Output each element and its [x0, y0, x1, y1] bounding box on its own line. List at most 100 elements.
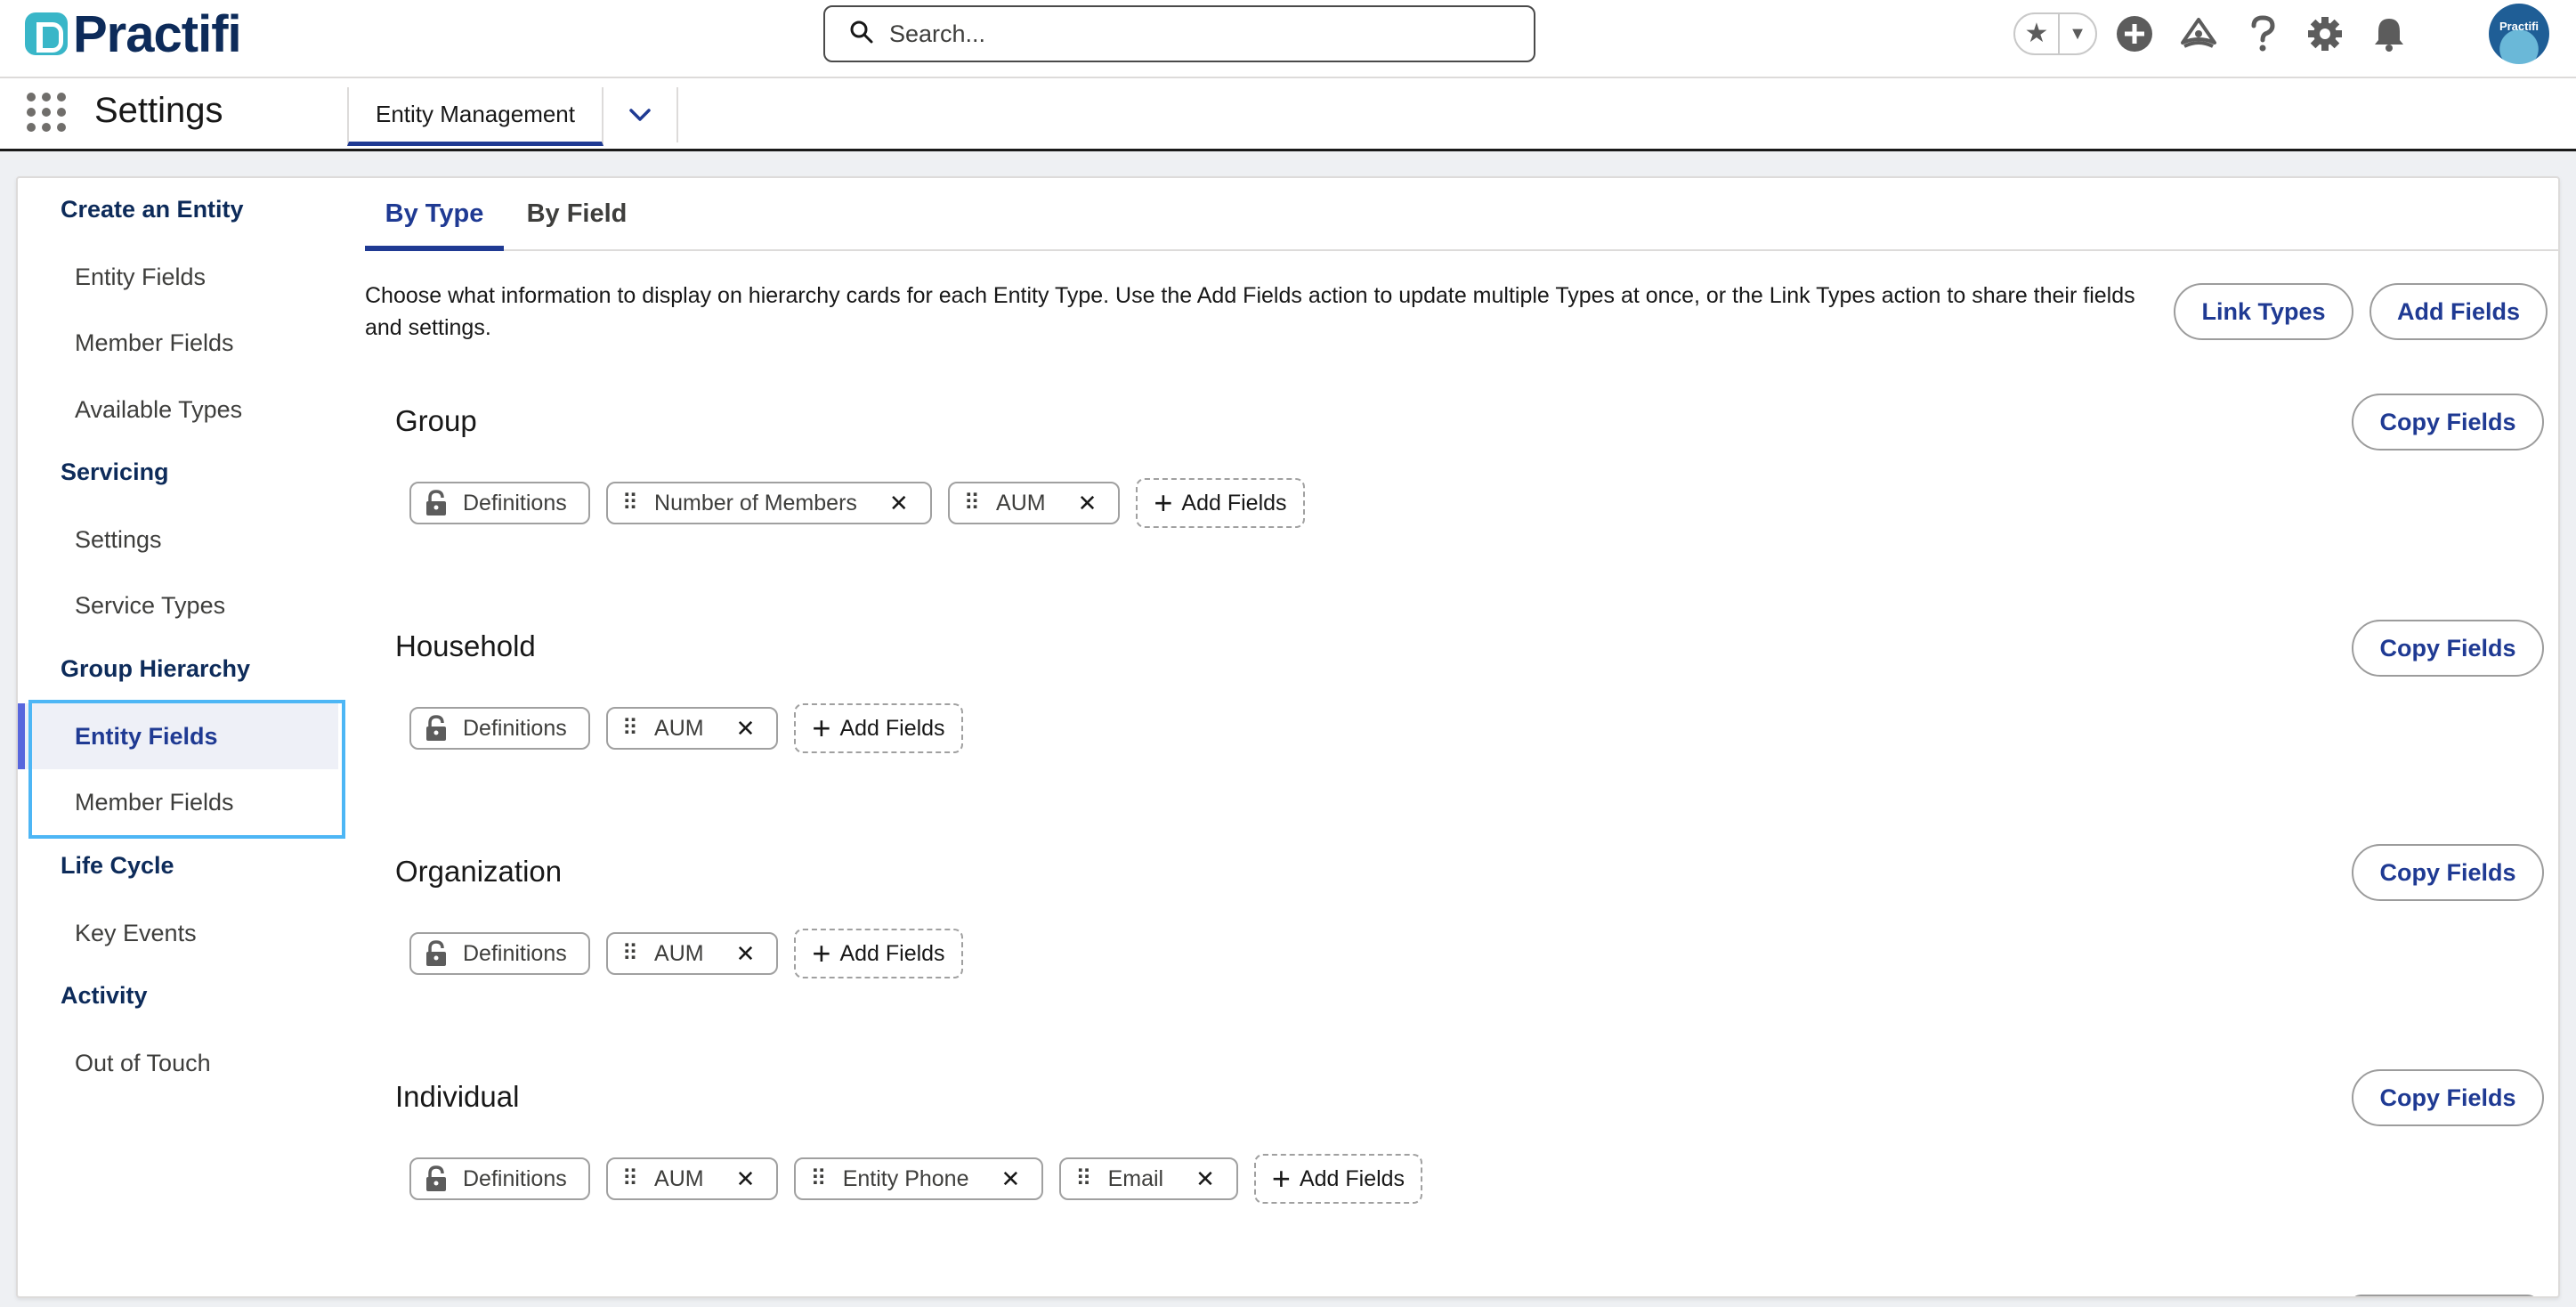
field-chip[interactable]: ⠿ Number of Members ✕ [605, 482, 932, 524]
sidebar-item-servicing-settings[interactable]: Settings [18, 507, 338, 572]
lock-icon [426, 1165, 446, 1191]
locked-chip: Definitions [409, 932, 590, 975]
remove-field-icon[interactable]: ✕ [736, 1165, 756, 1193]
global-header: Practifi ★ ▼ Practifi [0, 0, 2576, 78]
lock-icon [426, 940, 446, 966]
sidebar-section-life-cycle: Life Cycle [61, 852, 174, 879]
app-title: Settings [94, 91, 223, 130]
practifi-logo[interactable]: Practifi [25, 4, 242, 63]
sidebar-section-group-hierarchy: Group Hierarchy [61, 655, 251, 682]
chip-label: AUM [996, 490, 1046, 515]
star-icon[interactable]: ★ [2015, 14, 2060, 53]
notification-bell-icon[interactable] [2368, 12, 2410, 55]
sidebar-item-available-types[interactable]: Available Types [18, 377, 338, 442]
chip-label: AUM [654, 715, 704, 741]
setup-gear-icon[interactable] [2304, 12, 2346, 55]
type-title-individual: Individual [395, 1080, 520, 1113]
field-chip[interactable]: ⠿ AUM ✕ [947, 482, 1121, 524]
remove-field-icon[interactable]: ✕ [1078, 490, 1098, 517]
locked-chip: Definitions [409, 1157, 590, 1200]
chip-label: AUM [654, 940, 704, 966]
avatar-text: Practifi [2499, 20, 2540, 33]
field-chips-individual: Definitions ⠿ AUM ✕ ⠿ Entity Phone ✕ ⠿ E… [409, 1153, 1423, 1205]
type-title-household: Household [395, 629, 536, 662]
remove-field-icon[interactable]: ✕ [889, 490, 909, 517]
field-chip[interactable]: ⠿ AUM ✕ [605, 1157, 779, 1200]
field-chip[interactable]: ⠿ AUM ✕ [605, 932, 779, 975]
chip-label: Definitions [463, 715, 567, 741]
field-chips-organization: Definitions ⠿ AUM ✕ + Add Fields [409, 928, 963, 979]
sidebar-item-create-entity-fields[interactable]: Entity Fields [18, 244, 338, 310]
trailhead-icon[interactable] [2177, 12, 2220, 55]
add-field-chip[interactable]: + Add Fields [1253, 1154, 1423, 1204]
nav-more-button[interactable] [603, 87, 678, 142]
app-launcher-icon[interactable] [27, 93, 66, 132]
add-field-chip[interactable]: + Add Fields [794, 703, 963, 753]
sidebar-section-servicing: Servicing [61, 459, 169, 485]
remove-field-icon[interactable]: ✕ [1195, 1165, 1215, 1193]
drag-handle-icon[interactable]: ⠿ [622, 490, 638, 516]
drag-handle-icon[interactable]: ⠿ [622, 940, 638, 967]
sidebar-section-create-entity: Create an Entity [61, 196, 244, 223]
plus-icon: + [812, 710, 831, 746]
chevron-down-icon[interactable]: ▼ [2060, 24, 2095, 45]
add-icon[interactable] [2113, 12, 2156, 55]
drag-handle-icon[interactable]: ⠿ [622, 715, 638, 742]
plus-icon: + [1271, 1160, 1291, 1197]
practifi-logo-icon [25, 12, 68, 55]
help-icon[interactable] [2241, 12, 2284, 55]
copy-fields-button-organization[interactable]: Copy Fields [2352, 844, 2544, 901]
sidebar-item-create-member-fields[interactable]: Member Fields [18, 310, 338, 376]
drag-handle-icon[interactable]: ⠿ [964, 490, 980, 516]
search-input[interactable] [889, 20, 1495, 48]
favorites-button-group[interactable]: ★ ▼ [2013, 12, 2097, 55]
chip-label: Email [1107, 1165, 1164, 1191]
field-chip[interactable]: ⠿ Email ✕ [1059, 1157, 1238, 1200]
add-field-chip[interactable]: + Add Fields [1136, 478, 1305, 528]
chip-label: AUM [654, 1165, 704, 1191]
add-field-label: Add Fields [839, 940, 945, 966]
drag-handle-icon[interactable]: ⠿ [810, 1165, 826, 1192]
tab-by-field[interactable]: By Field [511, 199, 643, 251]
view-tabs: By Type By Field [365, 178, 2558, 251]
drag-handle-icon[interactable]: ⠿ [1075, 1165, 1091, 1192]
remove-field-icon[interactable]: ✕ [736, 940, 756, 968]
remove-field-icon[interactable]: ✕ [736, 715, 756, 743]
locked-chip: Definitions [409, 707, 590, 750]
avatar[interactable]: Practifi [2489, 4, 2549, 64]
tab-by-type[interactable]: By Type [365, 199, 504, 251]
main-content: By Type By Field Choose what information… [365, 178, 2558, 1296]
sidebar-item-service-types[interactable]: Service Types [18, 572, 338, 638]
chevron-down-icon [629, 109, 651, 121]
copy-fields-button-individual[interactable]: Copy Fields [2352, 1069, 2544, 1126]
add-field-chip[interactable]: + Add Fields [794, 929, 963, 978]
global-search[interactable] [823, 5, 1535, 62]
copy-fields-button-group[interactable]: Copy Fields [2352, 394, 2544, 451]
drag-handle-icon[interactable]: ⠿ [622, 1165, 638, 1192]
type-title-group: Group [395, 404, 477, 437]
chip-label: Definitions [463, 1165, 567, 1191]
sidebar-item-hierarchy-member-fields[interactable]: Member Fields [18, 769, 338, 835]
type-title-organization: Organization [395, 855, 563, 888]
sidebar-item-hierarchy-entity-fields[interactable]: Entity Fields [18, 703, 338, 769]
chip-label: Entity Phone [842, 1165, 969, 1191]
description-text: Choose what information to display on hi… [365, 283, 2135, 340]
sidebar-section-activity: Activity [61, 982, 148, 1009]
field-chip[interactable]: ⠿ AUM ✕ [605, 707, 779, 750]
link-types-button[interactable]: Link Types [2174, 283, 2353, 340]
logo-text: Practifi [73, 4, 242, 63]
add-field-label: Add Fields [1299, 1165, 1405, 1191]
remove-field-icon[interactable]: ✕ [1000, 1165, 1020, 1193]
add-fields-button[interactable]: Add Fields [2369, 283, 2548, 340]
plus-icon: + [1154, 484, 1173, 521]
copy-fields-button-household[interactable]: Copy Fields [2352, 620, 2544, 677]
tab-entity-management[interactable]: Entity Management [347, 87, 603, 146]
field-chips-household: Definitions ⠿ AUM ✕ + Add Fields [409, 702, 963, 754]
lock-icon [426, 715, 446, 741]
next-copy-fields-button-partial[interactable] [2348, 1295, 2540, 1296]
search-icon [850, 20, 873, 48]
settings-sidebar: Create an Entity Entity Fields Member Fi… [18, 178, 356, 1296]
field-chip[interactable]: ⠿ Entity Phone ✕ [794, 1157, 1044, 1200]
sidebar-item-key-events[interactable]: Key Events [18, 900, 338, 966]
sidebar-item-out-of-touch[interactable]: Out of Touch [18, 1030, 338, 1096]
